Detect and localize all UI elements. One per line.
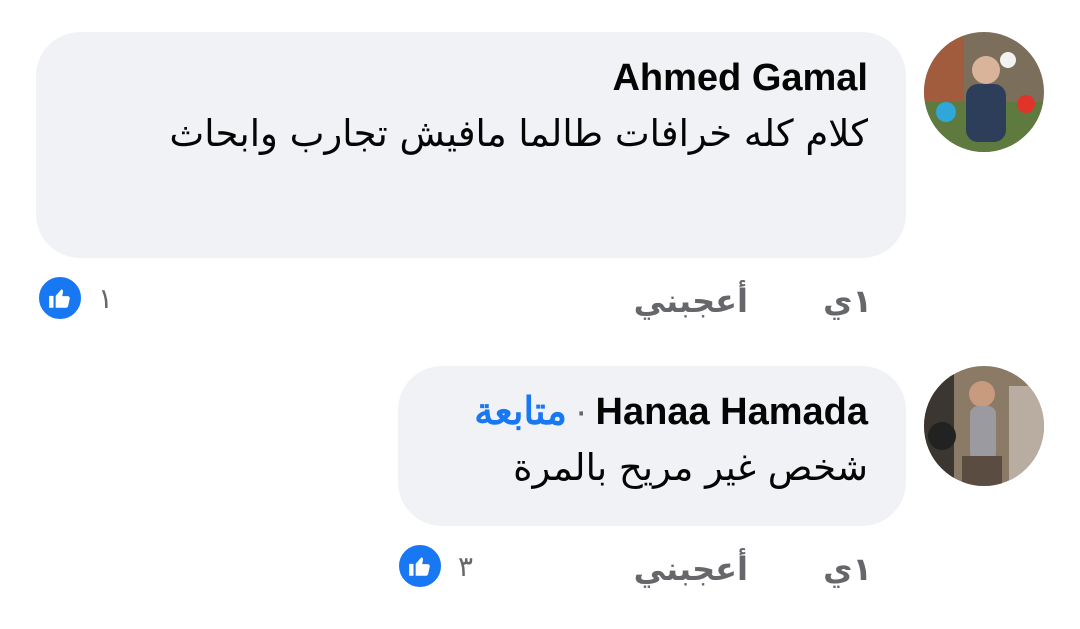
comment-time[interactable]: ١ي [823, 282, 872, 320]
comment-author-line: Ahmed Gamal [74, 56, 868, 100]
thumbs-up-icon [36, 274, 84, 322]
comments-thread: Ahmed Gamal كلام كله خرافات طالما مافيش … [0, 0, 1080, 629]
comment-actions: ١ي أعجبني [634, 550, 872, 588]
avatar[interactable] [924, 366, 1044, 486]
follow-button[interactable]: متابعة [474, 391, 567, 433]
separator-dot: · [574, 391, 588, 433]
comment-text: شخص غير مريح بالمرة [513, 446, 868, 489]
comment-author[interactable]: Hanaa Hamada [596, 391, 868, 433]
comment-actions: ١ي أعجبني [634, 282, 872, 320]
comment-author[interactable]: Ahmed Gamal [612, 57, 868, 99]
reaction-count: ٣ [458, 549, 474, 583]
reaction-count: ١ [98, 281, 114, 315]
like-button[interactable]: أعجبني [634, 550, 748, 588]
comment-time[interactable]: ١ي [823, 550, 872, 588]
comment-text: كلام كله خرافات طالما مافيش تجارب وابحاث [169, 112, 868, 155]
avatar-photo [924, 366, 1044, 486]
comment-bubble: Ahmed Gamal كلام كله خرافات طالما مافيش … [36, 32, 906, 258]
avatar-photo [924, 32, 1044, 152]
comment-bubble: Hanaa Hamada·متابعة شخص غير مريح بالمرة [398, 366, 906, 526]
reaction-summary[interactable]: ٣ [396, 542, 473, 590]
like-button[interactable]: أعجبني [634, 282, 748, 320]
thumbs-up-icon [396, 542, 444, 590]
comment-author-line: Hanaa Hamada·متابعة [436, 390, 868, 434]
reaction-summary[interactable]: ١ [36, 274, 113, 322]
avatar[interactable] [924, 32, 1044, 152]
